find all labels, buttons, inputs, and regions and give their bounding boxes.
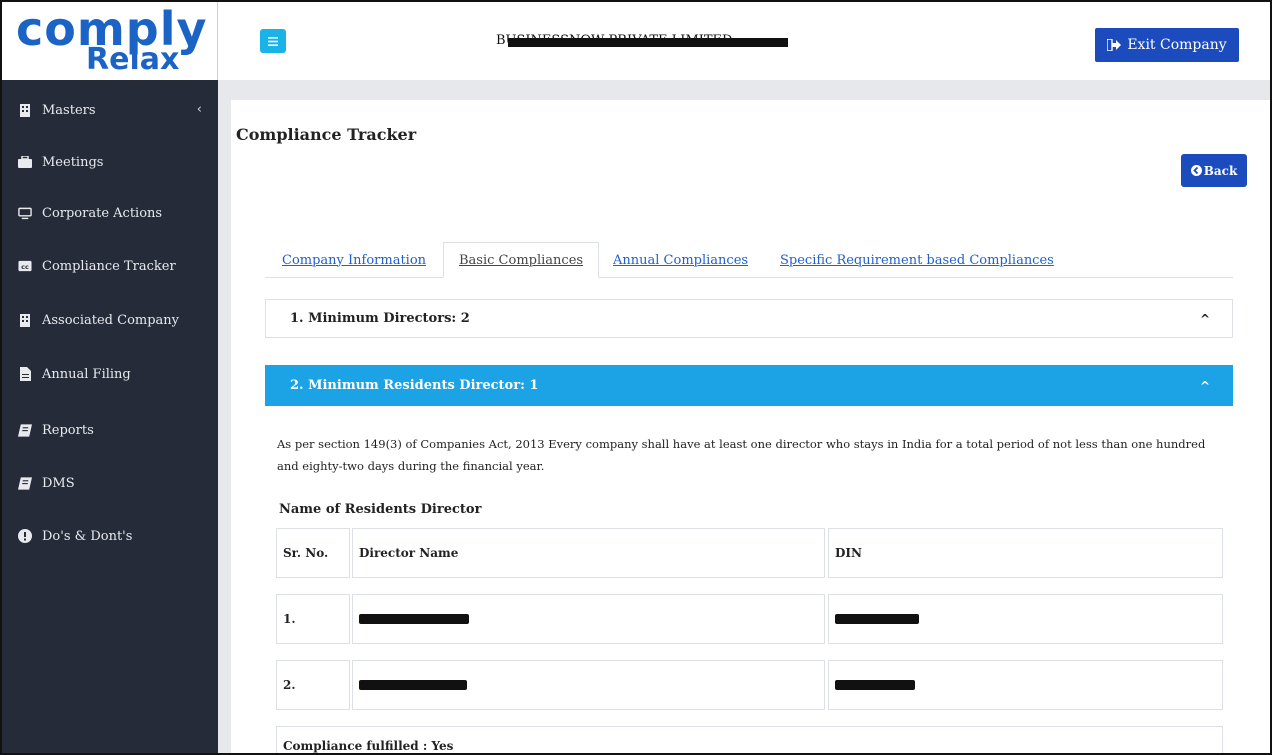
redacted-director-name bbox=[359, 614, 469, 624]
cell-din bbox=[828, 660, 1223, 710]
sidebar-item-corporate-actions[interactable]: Corporate Actions bbox=[2, 193, 218, 233]
app-window: comply Relax Masters ‹ Meetings Corporat… bbox=[0, 0, 1272, 755]
accordion-minimum-directors[interactable]: 1. Minimum Directors: 2 ^ bbox=[265, 299, 1233, 338]
redaction-bar bbox=[508, 38, 788, 47]
accordion-title: 2. Minimum Residents Director: 1 bbox=[290, 378, 539, 393]
chevron-up-icon: ^ bbox=[1199, 311, 1210, 326]
monitor-icon bbox=[18, 206, 32, 220]
redacted-director-name bbox=[359, 680, 467, 690]
exit-company-button[interactable]: Exit Company bbox=[1095, 28, 1239, 62]
tab-specific-requirement[interactable]: Specific Requirement based Compliances bbox=[780, 242, 1054, 278]
sidebar-item-meetings[interactable]: Meetings bbox=[2, 142, 218, 182]
sr-no-text: 1. bbox=[283, 612, 296, 626]
sidebar-item-label: DMS bbox=[42, 475, 75, 491]
compliance-fulfilled-status: Compliance fulfilled : Yes bbox=[276, 726, 1223, 753]
book-icon bbox=[18, 423, 32, 437]
residents-director-heading: Name of Residents Director bbox=[279, 502, 482, 517]
sidebar-item-label: Meetings bbox=[42, 154, 104, 170]
sidebar-item-label: Masters bbox=[42, 102, 96, 118]
briefcase-icon bbox=[18, 155, 32, 169]
file-icon bbox=[18, 367, 32, 381]
chevron-left-icon: ‹ bbox=[196, 102, 202, 117]
main-panel bbox=[231, 100, 1270, 753]
building-icon bbox=[18, 313, 32, 327]
cell-director-name bbox=[352, 594, 825, 644]
tab-annual-compliances[interactable]: Annual Compliances bbox=[613, 242, 748, 278]
accordion-title: 1. Minimum Directors: 2 bbox=[290, 311, 470, 326]
cell-din bbox=[828, 594, 1223, 644]
building-icon bbox=[18, 103, 32, 117]
svg-text:cc: cc bbox=[21, 263, 29, 271]
sidebar-item-label: Do's & Dont's bbox=[42, 528, 133, 544]
sidebar-item-compliance-tracker[interactable]: cc Compliance Tracker bbox=[2, 246, 218, 286]
tab-basic-compliances[interactable]: Basic Compliances bbox=[443, 242, 600, 278]
book-icon bbox=[18, 476, 32, 490]
top-bar: BUSINESSNOW PRIVATE LIMITED Exit Company bbox=[218, 2, 1270, 80]
hamburger-icon bbox=[268, 36, 278, 46]
sidebar-item-associated-company[interactable]: Associated Company bbox=[2, 300, 218, 340]
cc-icon: cc bbox=[18, 259, 32, 273]
logo-sub-text: Relax bbox=[86, 42, 180, 77]
header-director-name: Director Name bbox=[352, 528, 825, 578]
sidebar-item-label: Corporate Actions bbox=[42, 205, 163, 221]
header-sr-no: Sr. No. bbox=[276, 528, 350, 578]
cell-sr-no: 2. bbox=[276, 660, 350, 710]
sidebar-item-label: Compliance Tracker bbox=[42, 258, 176, 274]
exclamation-icon bbox=[18, 529, 32, 543]
header-din: DIN bbox=[828, 528, 1223, 578]
redacted-din bbox=[835, 614, 919, 624]
sr-no-text: 2. bbox=[283, 678, 296, 692]
sidebar: Masters ‹ Meetings Corporate Actions cc … bbox=[2, 80, 218, 753]
sidebar-item-masters[interactable]: Masters ‹ bbox=[2, 90, 218, 130]
redacted-din bbox=[835, 680, 915, 690]
cell-sr-no: 1. bbox=[276, 594, 350, 644]
accordion-minimum-residents-director[interactable]: 2. Minimum Residents Director: 1 ^ bbox=[265, 365, 1233, 406]
page-title: Compliance Tracker bbox=[236, 125, 417, 144]
section-description: As per section 149(3) of Companies Act, … bbox=[277, 437, 1206, 473]
sidebar-item-label: Reports bbox=[42, 422, 94, 438]
sign-out-icon bbox=[1107, 39, 1122, 51]
sidebar-item-label: Annual Filing bbox=[42, 366, 131, 382]
sidebar-item-dms[interactable]: DMS bbox=[2, 463, 218, 503]
back-button[interactable]: Back bbox=[1181, 154, 1247, 187]
exit-company-label: Exit Company bbox=[1127, 37, 1227, 53]
chevron-up-icon: ^ bbox=[1199, 378, 1210, 393]
sidebar-item-annual-filing[interactable]: Annual Filing bbox=[2, 354, 218, 394]
cell-director-name bbox=[352, 660, 825, 710]
sidebar-item-reports[interactable]: Reports bbox=[2, 410, 218, 450]
chevron-circle-left-icon bbox=[1190, 165, 1202, 176]
menu-toggle-button[interactable] bbox=[260, 29, 286, 53]
tab-company-information[interactable]: Company Information bbox=[282, 242, 426, 278]
sidebar-item-label: Associated Company bbox=[42, 312, 180, 328]
logo[interactable]: comply Relax bbox=[2, 2, 218, 80]
sidebar-item-dos-donts[interactable]: Do's & Dont's bbox=[2, 516, 218, 556]
back-label: Back bbox=[1203, 163, 1238, 178]
